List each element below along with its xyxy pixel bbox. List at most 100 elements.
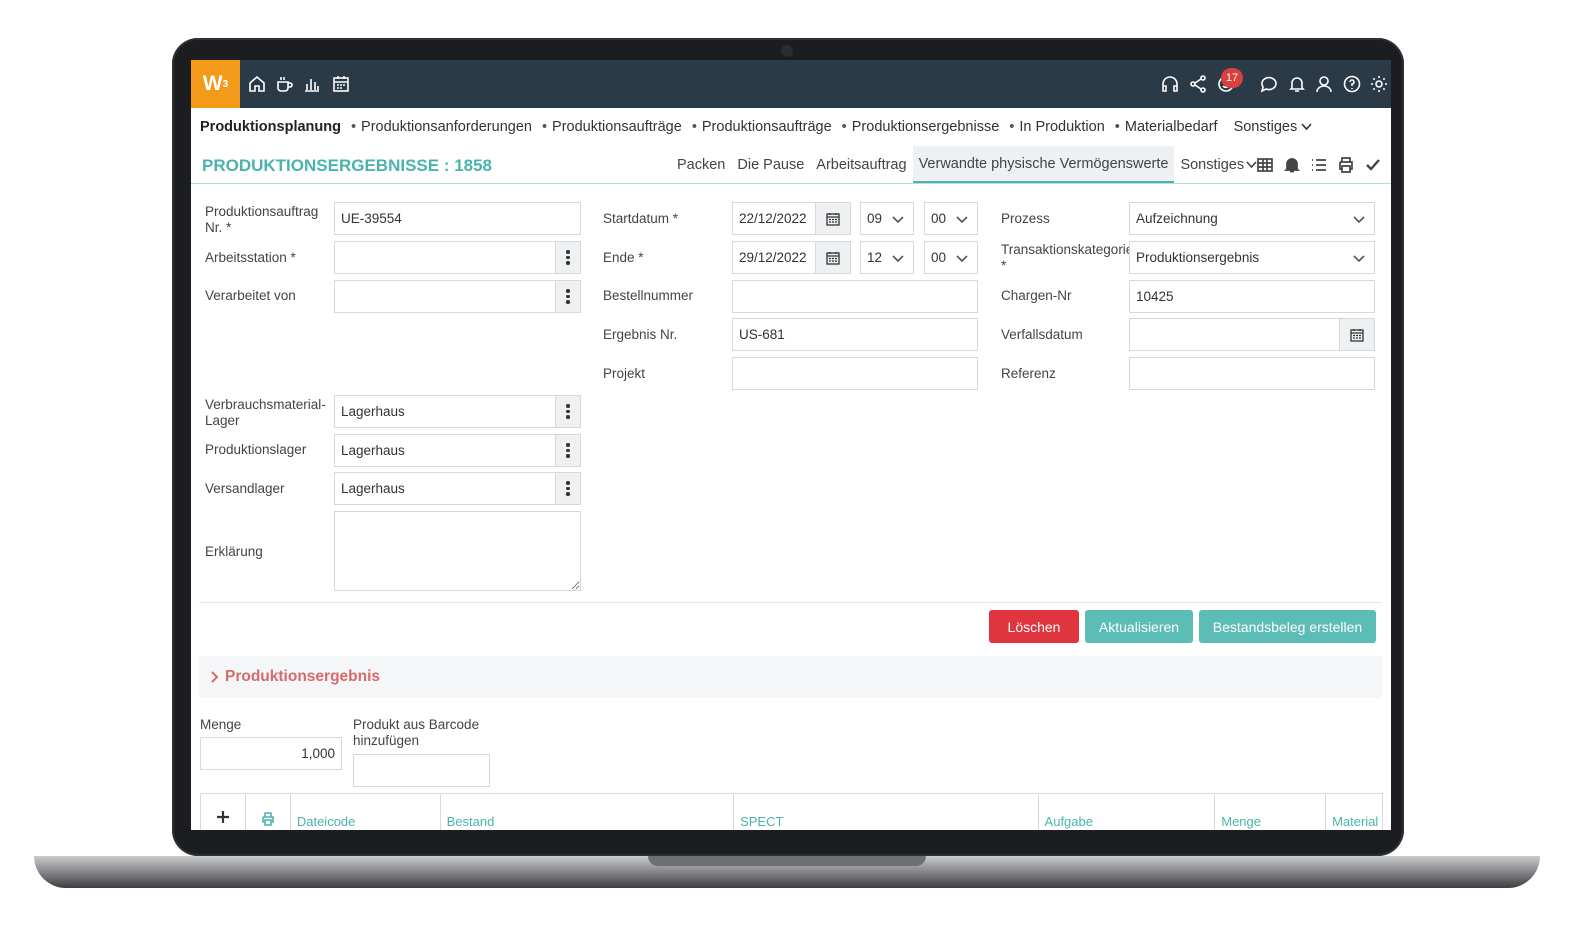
- tab-die-pause[interactable]: Die Pause: [731, 146, 810, 183]
- column-header[interactable]: SPECT: [734, 794, 1039, 830]
- delete-button[interactable]: Löschen: [989, 610, 1079, 643]
- more-options-button[interactable]: [555, 434, 581, 467]
- order-no-field[interactable]: UE-39554: [334, 202, 581, 235]
- label-quantity: Menge: [200, 717, 242, 732]
- label-project: Projekt: [603, 366, 646, 381]
- chevron-right-icon: [209, 670, 221, 684]
- more-options-button[interactable]: [555, 241, 581, 274]
- start-minute-select[interactable]: 00: [924, 202, 978, 235]
- order-number-field[interactable]: [732, 280, 978, 313]
- process-select[interactable]: Aufzeichnung: [1129, 202, 1375, 235]
- column-header[interactable]: Material: [1326, 794, 1382, 830]
- list-icon[interactable]: [1309, 155, 1329, 175]
- menu-item[interactable]: Produktionsergebnisse: [852, 119, 1000, 135]
- menu-item-produktionsplanung[interactable]: Produktionsplanung: [200, 119, 341, 135]
- tab-arbeitsauftrag[interactable]: Arbeitsauftrag: [810, 146, 912, 183]
- end-date-field[interactable]: 29/12/2022: [732, 241, 851, 274]
- app-logo[interactable]: W3: [191, 60, 240, 108]
- more-options-button[interactable]: [555, 472, 581, 505]
- label-line: Lager: [205, 413, 240, 428]
- update-button[interactable]: Aktualisieren: [1085, 610, 1193, 643]
- share-icon[interactable]: [1186, 72, 1210, 96]
- label-process: Prozess: [1001, 211, 1050, 226]
- label-processed-by: Verarbeitet von: [205, 288, 296, 303]
- label-transaction-category: Transaktionskategorie *: [1001, 242, 1129, 274]
- menu-item[interactable]: Produktionsaufträge: [552, 119, 682, 135]
- coffee-icon[interactable]: [272, 72, 296, 96]
- headset-icon[interactable]: [1158, 72, 1182, 96]
- menu-more[interactable]: Sonstiges: [1234, 119, 1313, 135]
- column-header[interactable]: Bestand: [441, 794, 735, 830]
- table-icon[interactable]: [1255, 155, 1275, 175]
- label-order-number: Bestellnummer: [603, 288, 694, 303]
- end-minute-select[interactable]: 00: [924, 241, 978, 274]
- column-header[interactable]: Aufgabe: [1039, 794, 1216, 830]
- menu-item[interactable]: Materialbedarf: [1125, 119, 1218, 135]
- tab-sonstiges-label: Sonstiges: [1180, 156, 1245, 173]
- barcode-field[interactable]: [353, 754, 490, 787]
- tab-packen[interactable]: Packen: [671, 146, 731, 183]
- create-stock-document-button[interactable]: Bestandsbeleg erstellen: [1199, 610, 1376, 643]
- transaction-category-value: Produktionsergebnis: [1136, 250, 1260, 265]
- more-options-button[interactable]: [555, 395, 581, 428]
- check-icon[interactable]: [1363, 155, 1383, 175]
- tabs: Packen Die Pause Arbeitsauftrag Verwandt…: [671, 146, 1263, 184]
- explanation-textarea[interactable]: [334, 511, 581, 591]
- start-date-field[interactable]: 22/12/2022: [732, 202, 851, 235]
- label-shipping-store: Versandlager: [205, 481, 285, 496]
- bell-icon[interactable]: [1285, 72, 1309, 96]
- calendar-button[interactable]: [1339, 318, 1375, 351]
- end-hour-value: 12: [867, 250, 883, 265]
- processed-by-field[interactable]: [334, 280, 581, 313]
- notification-badge[interactable]: 17: [1221, 68, 1243, 88]
- batch-no-field[interactable]: 10425: [1129, 280, 1375, 313]
- shipping-store-field[interactable]: Lagerhaus: [334, 472, 581, 505]
- calendar-button[interactable]: [815, 202, 851, 235]
- home-icon[interactable]: [245, 72, 269, 96]
- reference-field[interactable]: [1129, 357, 1375, 390]
- printer-icon[interactable]: [1336, 155, 1356, 175]
- label-production-store: Produktionslager: [205, 442, 307, 457]
- tab-verwandte-vermoegenswerte[interactable]: Verwandte physische Vermögenswerte: [912, 146, 1175, 183]
- menu-bullet: •: [841, 119, 847, 135]
- transaction-category-select[interactable]: Produktionsergebnis: [1129, 241, 1375, 274]
- menu-item[interactable]: Produktionsanforderungen: [361, 119, 532, 135]
- column-header[interactable]: Dateicode: [291, 794, 441, 830]
- help-icon[interactable]: [1340, 72, 1364, 96]
- label-line: Produkt aus Barcode: [353, 717, 480, 732]
- project-field[interactable]: [732, 357, 978, 390]
- menu-item[interactable]: Produktionsaufträge: [702, 119, 832, 135]
- user-icon[interactable]: [1312, 72, 1336, 96]
- calendar-button[interactable]: [815, 241, 851, 274]
- start-hour-select[interactable]: 09: [860, 202, 914, 235]
- logo-text: W: [202, 72, 223, 95]
- column-header[interactable]: Menge: [1215, 794, 1327, 830]
- bell-icon[interactable]: [1282, 155, 1302, 175]
- gear-icon[interactable]: [1367, 72, 1391, 96]
- print-row-button[interactable]: [246, 794, 291, 830]
- calendar-icon[interactable]: [329, 72, 353, 96]
- page-title: PRODUKTIONSERGEBNISSE : 1858: [202, 156, 493, 175]
- consumable-store-field[interactable]: Lagerhaus: [334, 395, 581, 428]
- tab-sonstiges[interactable]: Sonstiges: [1174, 146, 1263, 183]
- expiry-date-field[interactable]: [1129, 318, 1375, 351]
- section-header[interactable]: Produktionsergebnis: [199, 656, 1382, 698]
- label-line: hinzufügen: [353, 733, 420, 748]
- end-date-value: 29/12/2022: [739, 250, 807, 265]
- quantity-field[interactable]: 1,000: [200, 737, 342, 770]
- chat-icon[interactable]: [1257, 72, 1281, 96]
- kebab-icon: [566, 250, 570, 265]
- add-row-button[interactable]: [201, 794, 246, 830]
- end-hour-select[interactable]: 12: [860, 241, 914, 274]
- label-consumable-store: Verbrauchsmaterial- Lager: [205, 397, 326, 429]
- label-explanation: Erklärung: [205, 544, 263, 559]
- chevron-down-icon: [1301, 123, 1312, 131]
- result-no-field[interactable]: US-681: [732, 318, 978, 351]
- more-options-button[interactable]: [555, 280, 581, 313]
- bar-chart-icon[interactable]: [300, 72, 324, 96]
- menu-item[interactable]: In Produktion: [1019, 119, 1104, 135]
- production-store-field[interactable]: Lagerhaus: [334, 434, 581, 467]
- workstation-field[interactable]: [334, 241, 581, 274]
- menu-bullet: •: [1009, 119, 1015, 135]
- label-line: Verbrauchsmaterial-: [205, 397, 326, 412]
